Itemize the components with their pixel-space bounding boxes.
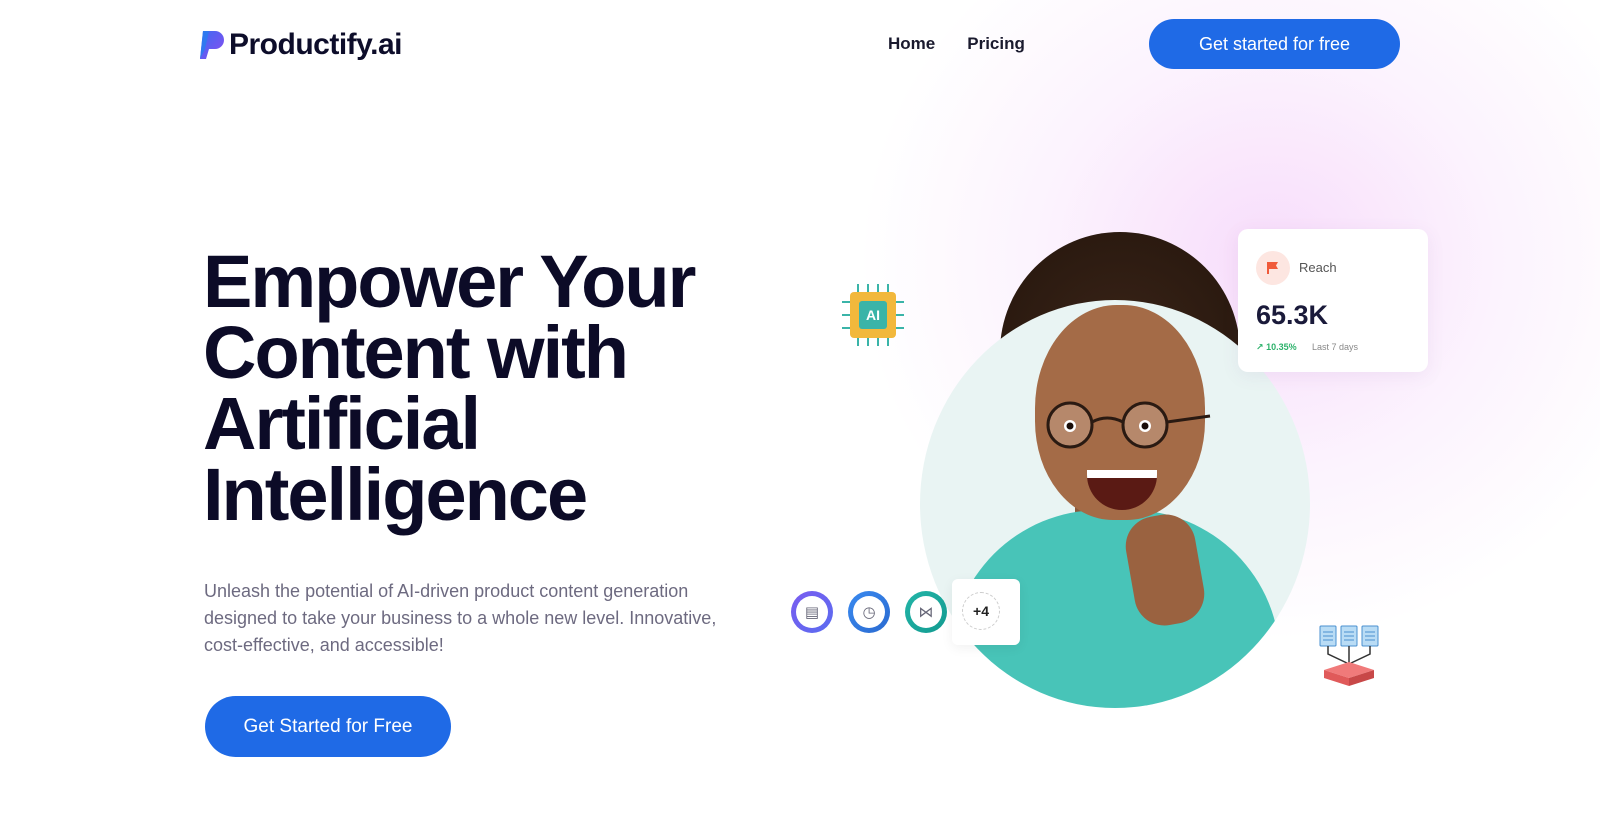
top-navbar: Productify.ai Home Pricing Get started f… bbox=[0, 0, 1600, 88]
documents-merge-icon bbox=[1319, 625, 1379, 686]
clock-icon: ◷ bbox=[848, 591, 890, 633]
brand-name: Productify.ai bbox=[229, 28, 402, 61]
network-icon: ⋈ bbox=[905, 591, 947, 633]
get-started-hero-button[interactable]: Get Started for Free bbox=[205, 696, 451, 757]
trend-up-icon: ↗ bbox=[1256, 342, 1264, 352]
nav-link-pricing[interactable]: Pricing bbox=[967, 34, 1025, 54]
hero-title-line: Intelligence bbox=[203, 453, 588, 536]
more-tools-badge: +4 bbox=[962, 592, 1000, 630]
reach-change: ↗ 10.35% bbox=[1256, 342, 1297, 353]
reach-value: 65.3K bbox=[1256, 300, 1329, 330]
ai-chip-icon: AI bbox=[842, 284, 904, 346]
ai-chip-label: AI bbox=[866, 307, 880, 323]
get-started-nav-button[interactable]: Get started for free bbox=[1149, 19, 1400, 69]
hero-title-line: Empower Your bbox=[203, 240, 696, 323]
reach-period: Last 7 days bbox=[1312, 342, 1359, 352]
reach-change-value: 10.35% bbox=[1266, 342, 1297, 352]
hero-title-line: Content with bbox=[203, 311, 629, 394]
reach-stats-card: Reach 65.3K ↗ 10.35% Last 7 days bbox=[1238, 229, 1428, 372]
reach-label: Reach bbox=[1299, 260, 1337, 275]
chat-icon: ▤ bbox=[791, 591, 833, 633]
glasses-graphic bbox=[1046, 401, 1211, 449]
hero-title-line: Artificial bbox=[203, 382, 481, 465]
nav-links: Home Pricing bbox=[888, 34, 1025, 54]
flag-icon bbox=[1256, 251, 1290, 285]
productify-logo-icon bbox=[199, 29, 225, 61]
hero-subtitle: Unleash the potential of AI-driven produ… bbox=[204, 581, 717, 655]
brand-logo[interactable]: Productify.ai bbox=[199, 28, 402, 62]
hero-title: Empower Your Content with Artificial Int… bbox=[203, 240, 763, 536]
nav-link-home[interactable]: Home bbox=[888, 34, 935, 54]
